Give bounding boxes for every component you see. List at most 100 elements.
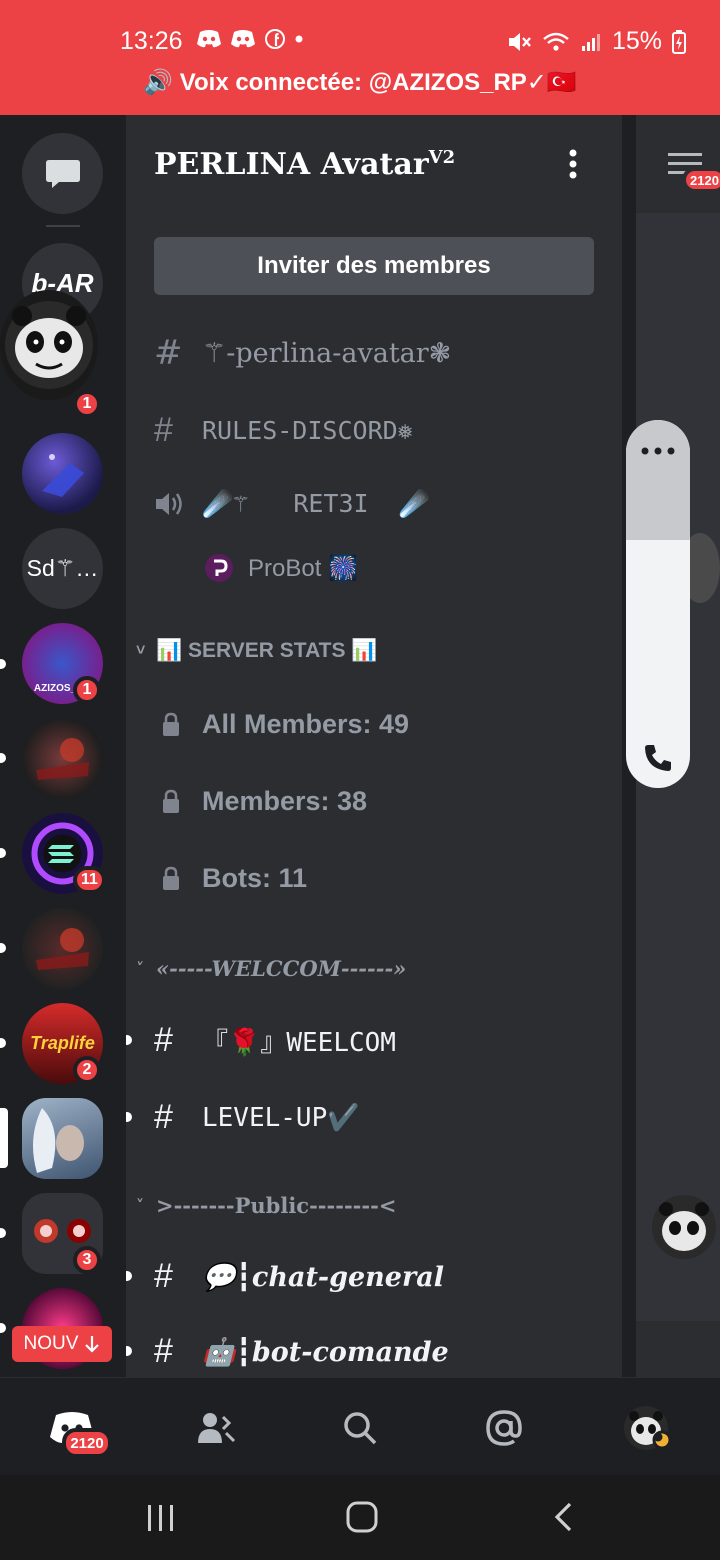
- back-icon[interactable]: [552, 1501, 574, 1533]
- channel-chat-general[interactable]: # 💬┇chat-general: [154, 1257, 444, 1296]
- lock-icon: [163, 866, 179, 890]
- text-channel-hash-icon: #: [154, 1257, 173, 1295]
- new-messages-pill[interactable]: NOUV: [12, 1326, 112, 1362]
- direct-messages-button[interactable]: [22, 133, 103, 214]
- guild-icon-image: [33, 1108, 84, 1173]
- voice-member-probot[interactable]: ProBot 🎆: [204, 553, 358, 583]
- battery-percent: 15%: [611, 27, 662, 55]
- text-channel-hash-icon: #: [154, 411, 173, 449]
- guild-skull-1[interactable]: [22, 718, 103, 799]
- at-mention-icon: [486, 1410, 522, 1446]
- guild-mention-badge: 2: [73, 1056, 101, 1084]
- arrow-down-icon: [85, 1336, 100, 1353]
- category-welccom[interactable]: ˅ «-----WELCCOM------»: [136, 956, 406, 981]
- guild-mention-badge: 11: [73, 866, 106, 894]
- lock-icon: [163, 712, 179, 736]
- unread-indicator: [126, 1035, 132, 1045]
- facebook-notification-icon: [265, 29, 285, 49]
- mute-icon: [508, 32, 531, 51]
- unread-indicator: [0, 659, 6, 669]
- friends-icon: [198, 1413, 236, 1443]
- chevron-down-icon: ˅: [136, 642, 146, 659]
- channel-name: 🤖┇bot-comande: [202, 1336, 449, 1368]
- category-label: >-------Public--------<: [156, 1193, 397, 1218]
- channel-bot-comande[interactable]: # 🤖┇bot-comande: [154, 1332, 449, 1371]
- channel-name: 💬┇chat-general: [202, 1261, 444, 1293]
- channel-bots[interactable]: Bots: 11: [154, 863, 307, 894]
- guild-sd[interactable]: Sd⚚…: [22, 528, 103, 609]
- text-channel-hash-icon: #: [154, 1098, 173, 1136]
- search-icon: [344, 1412, 377, 1445]
- message-author-avatar[interactable]: [652, 1195, 716, 1259]
- unread-indicator: [126, 1346, 132, 1356]
- voice-connected-text: Voix connectée: @AZIZOS_RP✓🇹🇷: [179, 69, 577, 96]
- new-messages-label: NOUV: [23, 1333, 79, 1354]
- channel-perlina-avatar[interactable]: # ⚚-perlina-avatar❃: [154, 333, 451, 373]
- unread-indicator: [0, 753, 6, 763]
- chevron-down-icon: ˅: [136, 959, 144, 978]
- unread-indicator: [0, 848, 6, 858]
- server-name-sup: V2: [428, 147, 456, 168]
- more-notifications-dot-icon: [295, 35, 303, 43]
- channel-rules-discord[interactable]: # RULES-DISCORD❅: [154, 411, 413, 450]
- message-input-area[interactable]: [636, 1321, 720, 1377]
- mention-count-badge: 2120: [682, 167, 720, 193]
- channel-name: Members: 38: [202, 786, 368, 816]
- lock-icon: [163, 789, 179, 813]
- voice-member-name: ProBot 🎆: [248, 554, 358, 582]
- channel-name: RULES-DISCORD❅: [202, 416, 413, 445]
- voice-call-overlay[interactable]: [626, 420, 690, 788]
- nav-mentions[interactable]: [480, 1404, 528, 1452]
- chat-bubble-icon: [45, 159, 80, 188]
- server-name[interactable]: PERLINA AvatarV2: [154, 147, 455, 182]
- text-channel-hash-icon: #: [154, 333, 183, 373]
- panda-avatar-image: [659, 1202, 709, 1251]
- channel-name: Bots: 11: [202, 863, 308, 893]
- guild-mention-badge: 1: [73, 390, 101, 418]
- channel-name: ⚚-perlina-avatar❃: [202, 337, 452, 369]
- server-name-text: PERLINA Avatar: [154, 147, 429, 182]
- status-bar: 13:26 15% 🔊 Voix connectée: @AZIZOS_RP✓🇹…: [0, 0, 720, 115]
- probot-avatar-icon: [205, 554, 233, 582]
- recent-apps-icon[interactable]: [146, 1503, 176, 1533]
- channel-name: ☄️⚚ RET3I ☄️: [202, 489, 430, 518]
- signal-icon: [581, 33, 600, 51]
- unread-indicator: [0, 1228, 6, 1238]
- home-notification-badge: 2120: [62, 1428, 112, 1458]
- nav-friends[interactable]: [192, 1404, 240, 1452]
- guild-panda-avatar[interactable]: [0, 290, 98, 400]
- phone-icon[interactable]: [642, 742, 674, 774]
- discord-notification-icon: [231, 30, 255, 48]
- category-public[interactable]: ˅ >-------Public--------<: [136, 1193, 396, 1218]
- more-options-icon[interactable]: [640, 446, 676, 456]
- invite-members-button[interactable]: Inviter des membres: [154, 237, 594, 295]
- channel-level-up[interactable]: # LEVEL-UP✔️: [154, 1098, 360, 1137]
- panda-avatar-image: [5, 301, 93, 389]
- guild-mention-badge: 1: [73, 676, 101, 704]
- server-menu-icon[interactable]: [568, 149, 578, 179]
- unread-indicator: [126, 1112, 132, 1122]
- unread-indicator: [0, 1323, 6, 1333]
- status-idle-icon: [652, 1430, 672, 1450]
- guild-skull-2[interactable]: [22, 908, 103, 989]
- guild-mention-badge: 3: [73, 1246, 101, 1274]
- wifi-icon: [543, 32, 569, 51]
- channel-name: All Members: 49: [202, 709, 410, 739]
- voice-channel-ret3i[interactable]: ☄️⚚ RET3I ☄️: [154, 489, 430, 519]
- channel-panel: PERLINA AvatarV2 Inviter des membres # ⚚…: [126, 115, 622, 1377]
- rail-divider: [46, 225, 80, 227]
- system-navigation-bar: [0, 1475, 720, 1560]
- channel-members[interactable]: Members: 38: [154, 786, 367, 817]
- voice-connected-banner[interactable]: 🔊 Voix connectée: @AZIZOS_RP✓🇹🇷: [0, 68, 720, 97]
- notification-icons: [196, 28, 304, 50]
- category-label: «-----WELCCOM------»: [156, 956, 407, 981]
- channel-weelcom[interactable]: # 『🌹』WEELCOM: [154, 1021, 396, 1060]
- guild-white-hair[interactable]: [22, 1098, 103, 1179]
- home-button-icon[interactable]: [346, 1501, 378, 1533]
- channel-name: LEVEL-UP✔️: [202, 1102, 360, 1133]
- guild-label: Traplife: [30, 1033, 95, 1053]
- category-server-stats[interactable]: ˅ 📊 SERVER STATS 📊: [136, 639, 378, 663]
- nav-search[interactable]: [336, 1404, 384, 1452]
- channel-all-members[interactable]: All Members: 49: [154, 709, 409, 740]
- guild-purple[interactable]: [22, 433, 103, 514]
